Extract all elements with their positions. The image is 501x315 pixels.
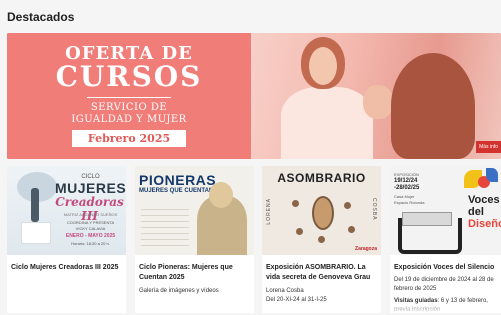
- photo-person-body: [281, 87, 373, 159]
- hero-subtitle: SERVICIO DE IGUALDAD Y MUJER: [7, 102, 251, 126]
- poster-dates: 19/12/24 -28/02/25: [394, 178, 419, 192]
- section-title: Destacados: [7, 10, 75, 24]
- chair-illustration: [398, 218, 462, 254]
- object-illustration: [348, 226, 355, 233]
- poster-venue-line2: Espacio Rotonda: [394, 200, 425, 205]
- poster-credits-line2: VICKY CALAVIA: [75, 226, 106, 231]
- hero-heading-line2: CURSOS: [55, 60, 203, 93]
- poster-title: PIONERAS: [139, 172, 217, 188]
- hero-text-panel: OFERTA DE CURSOS SERVICIO DE IGUALDAD Y …: [7, 33, 251, 159]
- poster-side-text-right: COSBA: [371, 198, 377, 221]
- card-description: Lorena Cosba Del 20-XI-24 al 31-I-25: [266, 287, 377, 305]
- object-illustration: [344, 202, 351, 209]
- card-title[interactable]: Ciclo Pioneras: Mujeres que Cuentan 2025: [139, 263, 250, 283]
- card-voces-del-silencio[interactable]: EXPOSICIÓN 19/12/24 -28/02/25 Casa Mujer…: [390, 166, 501, 313]
- figure-head-illustration: [209, 182, 233, 208]
- card-image[interactable]: ASOMBRARIO LORENA COSBA Zaragoza: [262, 166, 381, 255]
- blue-shape: [486, 168, 498, 182]
- poster-dates-line2: Horario: 18:30 a 20 h.: [71, 241, 110, 246]
- photo-second-person: [391, 53, 475, 159]
- poster-title: ASOMBRARIO: [277, 171, 366, 185]
- card-description-dates: Del 19 de diciembre de 2024 al 28 de feb…: [394, 277, 494, 292]
- poster-pattern: [141, 206, 189, 246]
- card-title[interactable]: Exposición Voces del Silencio: [394, 263, 497, 273]
- poster-title: MUJERES: [55, 180, 126, 196]
- hero-date-badge: Febrero 2025: [72, 130, 186, 147]
- hero-subtitle-line2: IGUALDAD Y MUJER: [71, 114, 187, 125]
- object-illustration: [318, 236, 325, 243]
- hero-subtitle-line1: SERVICIO DE: [90, 102, 168, 113]
- hero-more-info-button[interactable]: Más info: [476, 141, 501, 153]
- figure-illustration: [31, 188, 39, 222]
- poster-dates-line2: -28/02/25: [394, 185, 420, 191]
- card-asombrario[interactable]: ASOMBRARIO LORENA COSBA Zaragoza Exposic…: [262, 166, 381, 313]
- zaragoza-logo: Zaragoza: [355, 246, 377, 252]
- card-pioneras[interactable]: PIONERAS MUJERES QUE CUENTAN Ciclo Pione…: [135, 166, 254, 313]
- poster-dates-line1: ENERO - MAYO 2025: [65, 233, 116, 239]
- card-description: Galería de imágenes y vídeos: [139, 288, 219, 294]
- poster-title-line3: Diseño: [468, 218, 501, 230]
- hero-photo: [251, 33, 501, 159]
- card-description-author: Lorena Cosba: [266, 288, 304, 294]
- poster-dates: ENERO - MAYO 2025 Horario: 18:30 a 20 h.: [57, 233, 124, 247]
- card-description-dates: Del 20-XI-24 al 31-I-25: [266, 297, 327, 303]
- hero-banner[interactable]: OFERTA DE CURSOS SERVICIO DE IGUALDAD Y …: [7, 33, 501, 159]
- hero-divider: [87, 97, 171, 98]
- card-title[interactable]: Exposición ASOMBRARIO. La vida secreta d…: [266, 263, 377, 283]
- card-mujeres-creadoras[interactable]: CICLO MUJERES Creadoras III MATRIZ ALIZA…: [7, 166, 126, 313]
- poster-dates-line1: 19/12/24: [394, 178, 418, 184]
- poster-title-line2: del: [468, 206, 484, 218]
- mirror-illustration: [312, 196, 334, 230]
- object-illustration: [296, 228, 303, 235]
- photo-person-hand: [363, 85, 393, 119]
- poster-tagline: MATRIZ ALIZANDO SUEÑOS: [63, 212, 118, 217]
- poster-subtitle: MUJERES QUE CUENTAN: [139, 188, 214, 194]
- poster-script-title: Creadoras III: [55, 195, 124, 223]
- card-image[interactable]: PIONERAS MUJERES QUE CUENTAN: [135, 166, 254, 255]
- card-title[interactable]: Ciclo Mujeres Creadoras III 2025: [11, 263, 122, 273]
- poster-credits: COORDINA Y PRESENTA VICKY CALAVIA: [57, 220, 124, 232]
- poster-title: Voces del Diseño: [468, 194, 501, 230]
- object-illustration: [292, 200, 299, 207]
- card-image[interactable]: CICLO MUJERES Creadoras III MATRIZ ALIZA…: [7, 166, 126, 255]
- pedestal-illustration: [21, 222, 51, 244]
- poster-title-line1: Voces: [468, 194, 500, 206]
- card-image[interactable]: EXPOSICIÓN 19/12/24 -28/02/25 Casa Mujer…: [390, 166, 501, 255]
- poster-side-text-left: LORENA: [266, 198, 272, 225]
- poster-venue: Casa Mujer Espacio Rotonda: [394, 194, 424, 206]
- photo-person-face: [309, 47, 337, 85]
- card-fade-overlay: [390, 303, 501, 313]
